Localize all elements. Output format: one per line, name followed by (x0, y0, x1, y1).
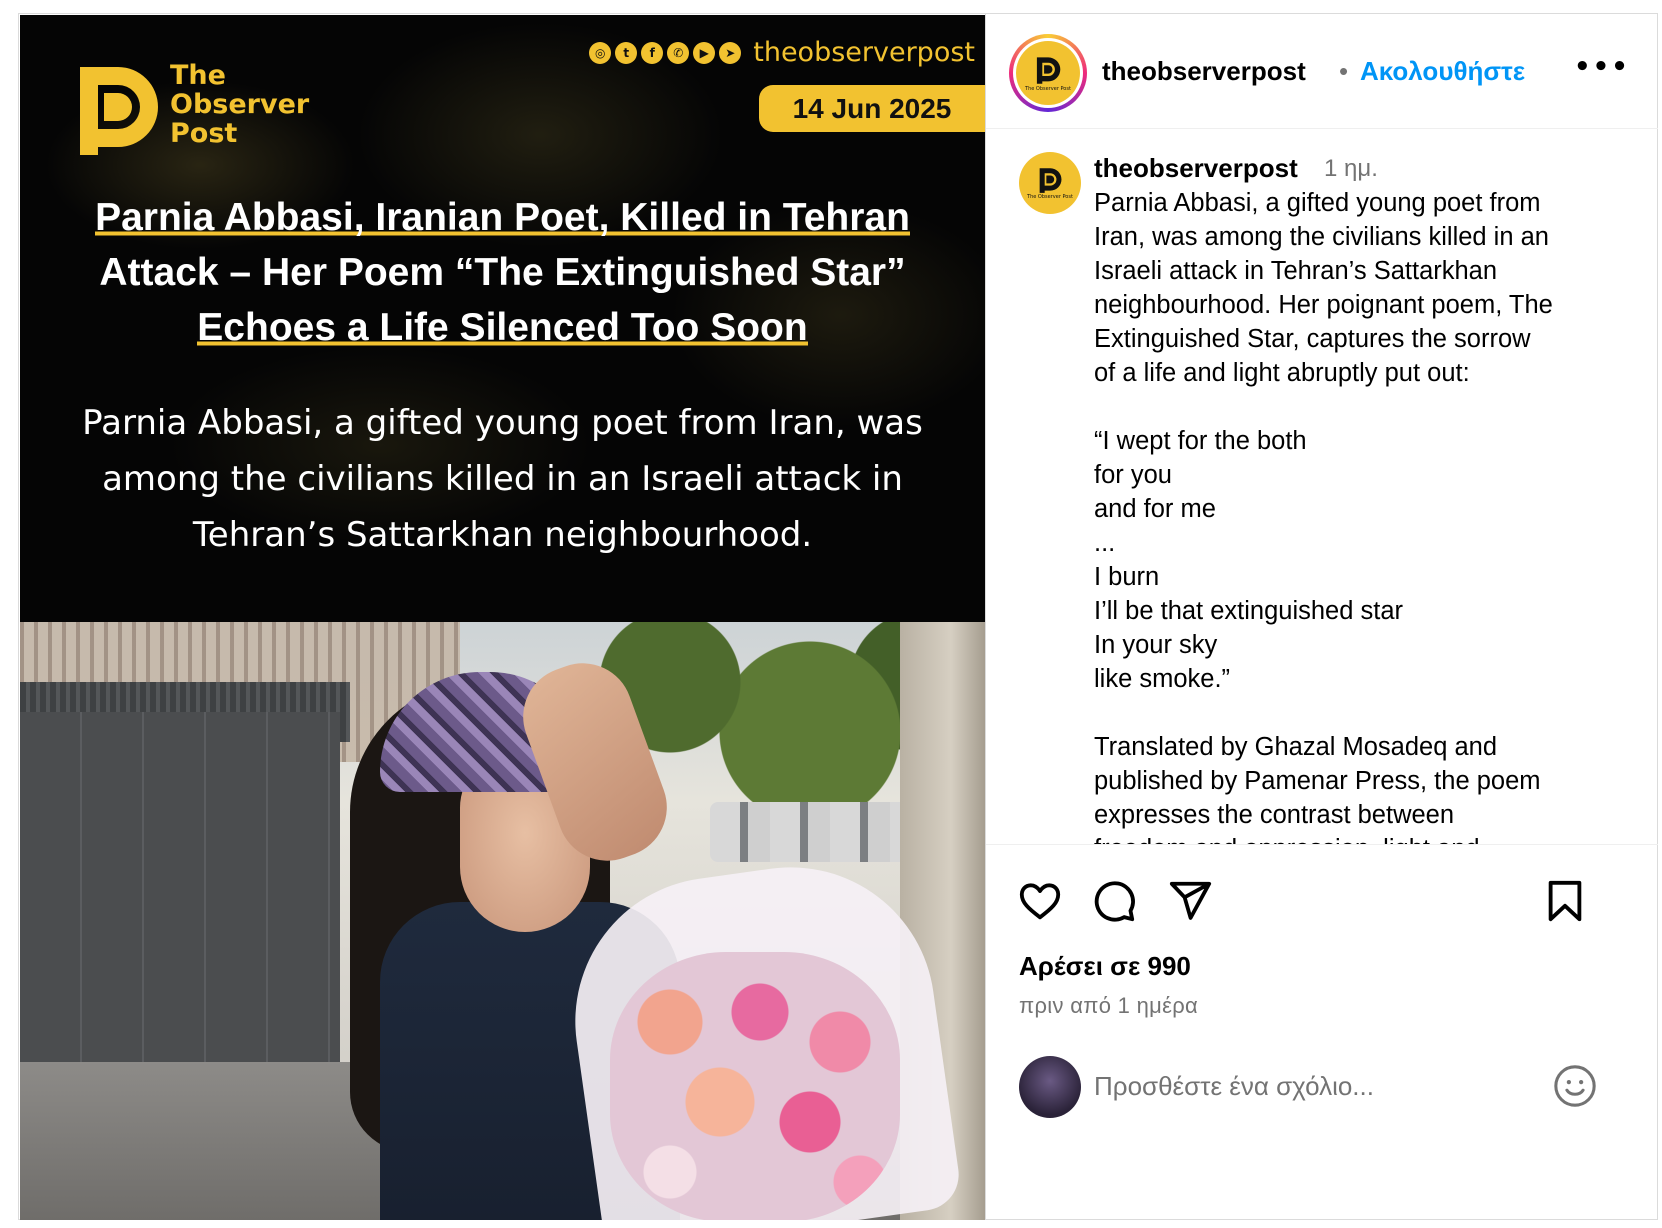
emoji-button[interactable] (1551, 1063, 1599, 1111)
share-button[interactable] (1166, 878, 1214, 926)
subhead-line: Parnia Abbasi, a gifted young poet from … (82, 403, 923, 443)
post-media[interactable]: The Observer Post ◎ t f ✆ ▶ ➤ theobserve… (20, 15, 985, 1220)
bookmark-icon (1548, 880, 1582, 922)
author-avatar[interactable]: The Observer Post (1009, 34, 1087, 112)
news-graphic: The Observer Post ◎ t f ✆ ▶ ➤ theobserve… (20, 15, 985, 622)
telegram-icon: ➤ (719, 41, 742, 64)
instagram-icon: ◎ (589, 41, 612, 64)
observer-post-logo-icon (1039, 168, 1062, 193)
subhead-line: among the civilians killed in an Israeli… (102, 459, 903, 499)
subhead-line: Tehran’s Sattarkhan neighbourhood. (192, 515, 813, 555)
avatar-caption: The Observer Post (1025, 85, 1071, 92)
caption-section: The Observer Post theobserverpost 1 ημ. … (986, 130, 1658, 844)
caption-time[interactable]: 1 ημ. (1324, 155, 1378, 183)
headline-line: Attack – Her Poem “The Extinguished Star… (99, 251, 906, 294)
brand-line: The (170, 60, 226, 91)
caption-poem: “I wept for the both for you and for me … (1094, 427, 1404, 693)
send-icon (1169, 881, 1212, 920)
emoji-icon (1554, 1065, 1596, 1107)
social-row: ◎ t f ✆ ▶ ➤ theobserverpost (589, 37, 975, 68)
twitter-icon: t (615, 41, 638, 64)
observer-post-logo-icon (1036, 56, 1061, 84)
save-button[interactable] (1541, 878, 1589, 926)
youtube-icon: ▶ (693, 41, 716, 64)
caption-text: Parnia Abbasi, a gifted young poet from … (1094, 186, 1614, 844)
post-header: The Observer Post theobserverpost • Ακολ… (986, 14, 1658, 129)
avatar-caption: The Observer Post (1027, 194, 1073, 200)
observer-post-logo (80, 67, 158, 155)
post-side-panel: The Observer Post theobserverpost • Ακολ… (985, 14, 1658, 1219)
post-modal: The Observer Post ◎ t f ✆ ▶ ➤ theobserve… (18, 13, 1658, 1220)
comment-icon (1094, 881, 1135, 922)
author-username[interactable]: theobserverpost (1102, 56, 1306, 87)
date-badge: 14 Jun 2025 (759, 85, 985, 132)
caption-username[interactable]: theobserverpost (1094, 153, 1298, 184)
facebook-icon: f (641, 41, 664, 64)
likes-count[interactable]: Αρέσει σε 990 (1019, 951, 1191, 982)
current-user-avatar (1019, 1056, 1081, 1118)
whatsapp-icon: ✆ (667, 41, 690, 64)
post-timestamp[interactable]: πριν από 1 ημέρα (1019, 993, 1198, 1019)
brand-line: Post (170, 118, 238, 149)
like-button[interactable] (1016, 878, 1064, 926)
comment-input[interactable] (1094, 1063, 1514, 1109)
brand-line: Observer (170, 89, 310, 120)
heart-icon (1019, 883, 1061, 920)
post-actions: Αρέσει σε 990 πριν από 1 ημέρα (986, 844, 1658, 1219)
caption-avatar[interactable]: The Observer Post (1019, 152, 1081, 214)
graphic-headline: Parnia Abbasi, Iranian Poet, Killed in T… (40, 190, 965, 355)
comment-bar (986, 1055, 1658, 1175)
caption-paragraph: Translated by Ghazal Mosadeq and publish… (1094, 733, 1541, 844)
brand-name: The Observer Post (170, 61, 309, 148)
graphic-handle: theobserverpost (753, 37, 975, 68)
graphic-subhead: Parnia Abbasi, a gifted young poet from … (60, 395, 945, 563)
headline-line: Echoes a Life Silenced Too Soon (197, 306, 808, 349)
separator-dot: • (1339, 56, 1349, 86)
more-options-button[interactable]: ••• (1574, 52, 1628, 82)
headline-line: Parnia Abbasi, Iranian Poet, Killed in T… (95, 196, 910, 239)
follow-button[interactable]: Ακολουθήστε (1360, 56, 1525, 87)
comment-button[interactable] (1090, 878, 1138, 926)
caption-paragraph: Parnia Abbasi, a gifted young poet from … (1094, 189, 1553, 387)
poet-photo (20, 622, 985, 1220)
